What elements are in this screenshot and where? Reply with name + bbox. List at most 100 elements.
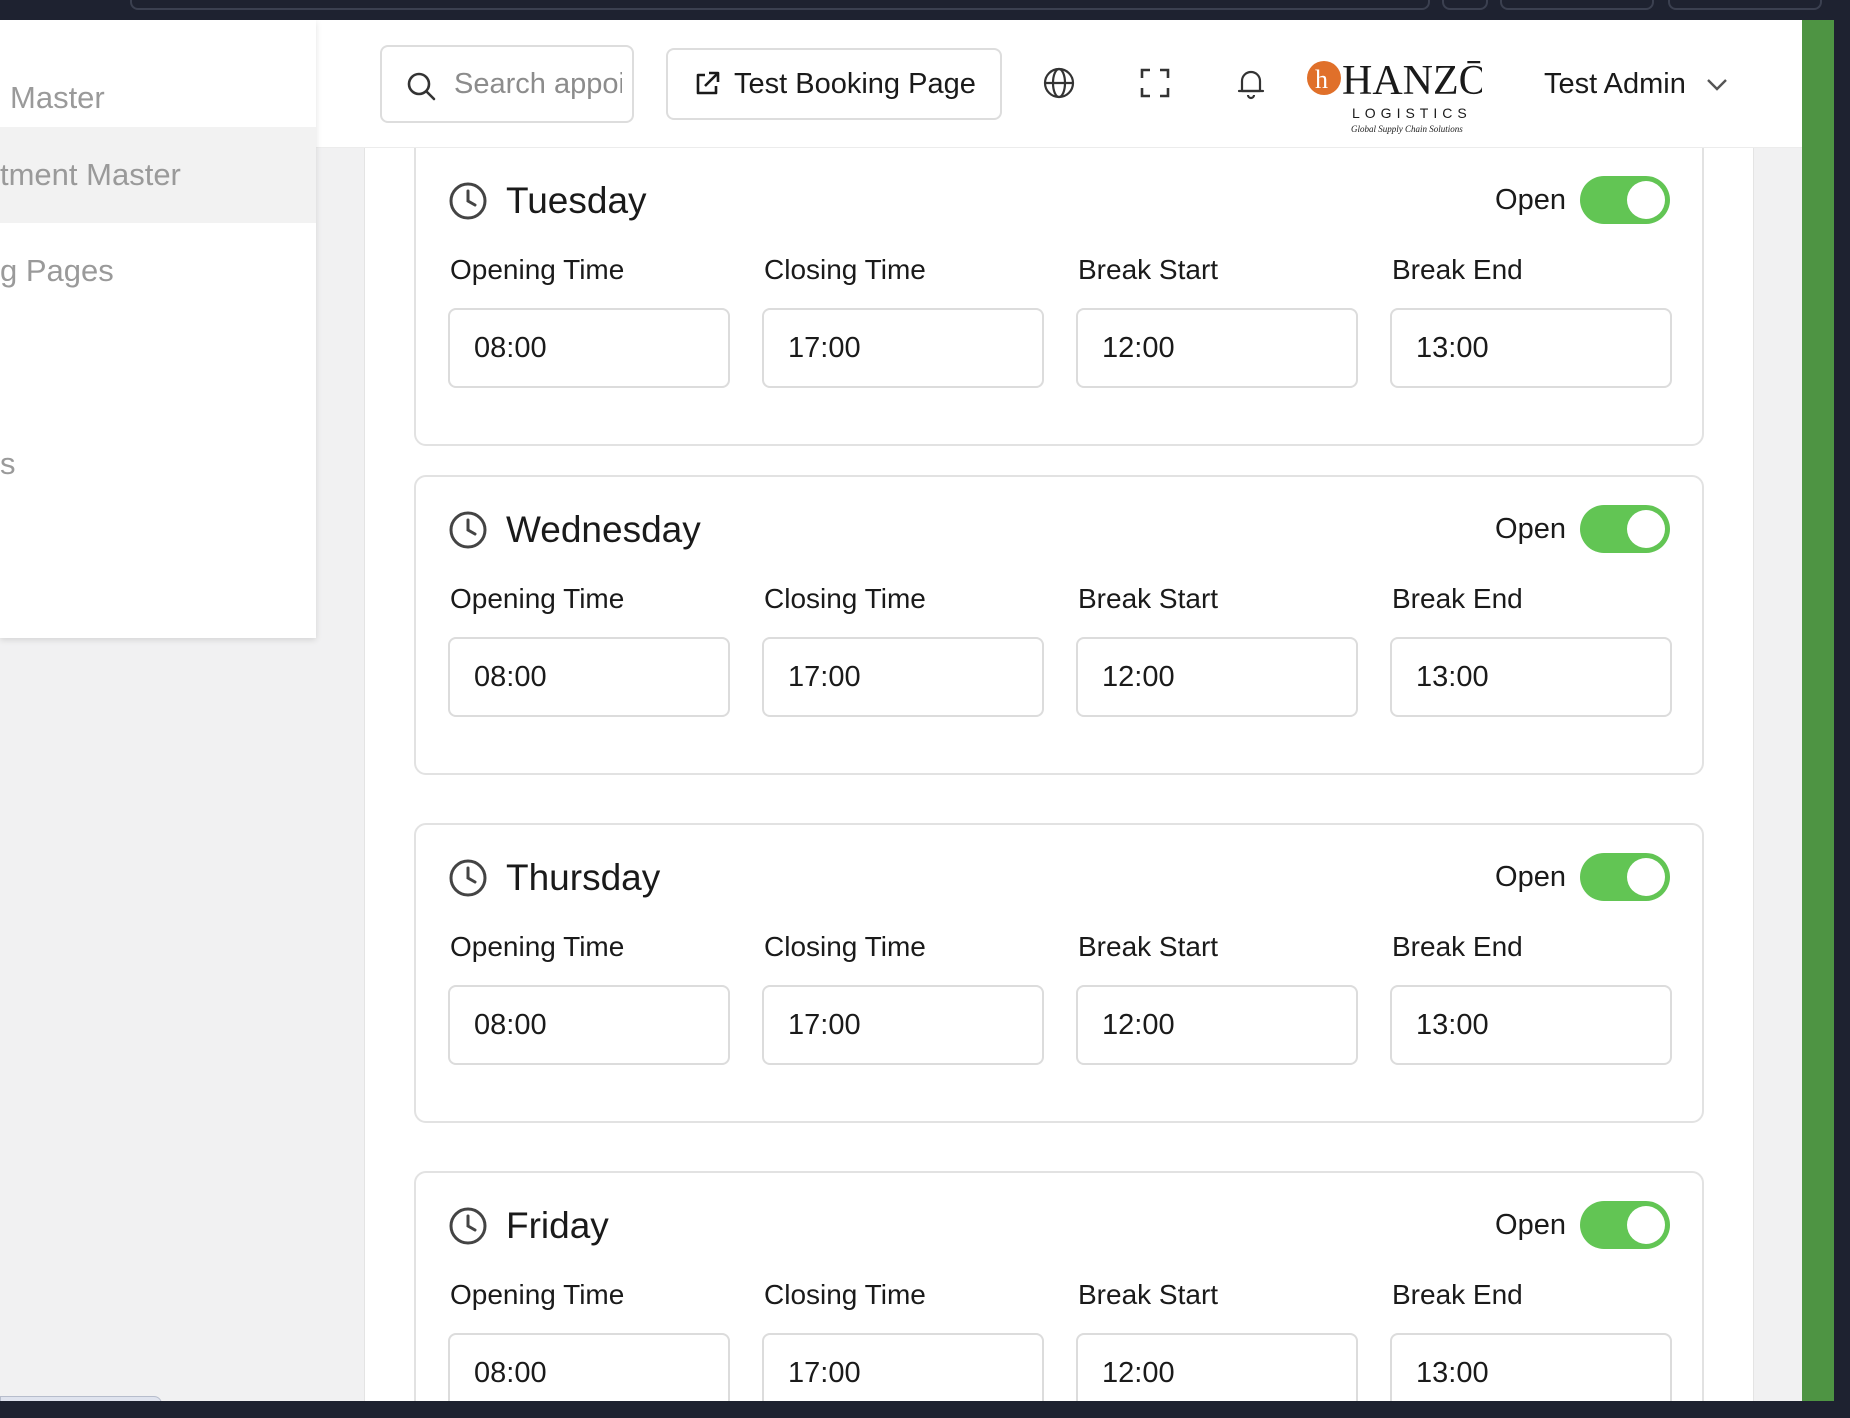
sidebar-item-booking-pages[interactable]: g Pages [0,223,316,319]
clock-icon [449,1207,487,1245]
clock-icon [449,511,487,549]
test-booking-page-button[interactable]: Test Booking Page [666,48,1002,120]
toggle-knob [1627,510,1665,548]
top-header: Test Booking Page h HANZŌ LOGISTICS Glob… [316,20,1802,148]
sidebar-item-label: g Pages [0,253,114,288]
field-label-break-start: Break Start [1078,1279,1219,1310]
user-menu[interactable]: Test Admin [1544,68,1728,101]
time-value: 13:00 [1416,661,1489,693]
field-label-opening: Opening Time [450,1279,625,1310]
browser-control[interactable] [1668,0,1822,10]
open-status-label: Open [1495,184,1566,216]
toggle-knob [1627,858,1665,896]
toggle-knob [1627,1206,1665,1244]
closing-time-input[interactable]: 17:00 [762,308,1044,388]
green-side-strip [1802,20,1834,1401]
svg-text:h: h [1315,65,1328,94]
search-icon [407,72,436,101]
time-value: 13:00 [1416,1357,1489,1389]
break-end-time-input[interactable]: 13:00 [1390,1333,1672,1401]
day-card-thursday: Thursday Open Opening Time 08:00 Closing Tim… [414,823,1704,1123]
break-end-time-input[interactable]: 13:00 [1390,637,1672,717]
break-start-time-input[interactable]: 12:00 [1076,1333,1358,1401]
opening-time-input[interactable]: 08:00 [448,308,730,388]
browser-top-bar [0,0,1850,20]
open-toggle[interactable] [1580,853,1670,901]
time-value: 08:00 [474,661,547,693]
time-value: 08:00 [474,332,547,364]
sidebar-menu: Master tment Master g Pages s [0,20,316,638]
time-value: 17:00 [788,332,861,364]
company-logo: h HANZŌ LOGISTICS Global Supply Chain So… [1307,58,1482,134]
opening-time-input[interactable]: 08:00 [448,1333,730,1401]
day-card-friday: Friday Open Opening Time 08:00 Closing Time 1… [414,1171,1704,1401]
time-value: 17:00 [788,1357,861,1389]
time-value: 12:00 [1102,1357,1175,1389]
field-label-closing: Closing Time [764,931,926,962]
svg-text:HANZŌ: HANZŌ [1342,58,1482,104]
clock-icon [449,182,487,220]
day-name: Tuesday [506,180,647,221]
external-link-icon [696,71,720,95]
time-value: 08:00 [474,1357,547,1389]
field-label-closing: Closing Time [764,254,926,285]
svg-text:LOGISTICS: LOGISTICS [1352,105,1472,121]
field-label-break-start: Break Start [1078,583,1219,614]
browser-tab-strip [130,0,1430,10]
sidebar-item-label: Master [10,80,105,115]
day-name: Friday [506,1205,609,1246]
field-label-break-start: Break Start [1078,254,1219,285]
user-name: Test Admin [1544,68,1686,100]
window-edge-bottom [0,1401,1850,1418]
field-label-closing: Closing Time [764,583,926,614]
browser-control[interactable] [1442,0,1488,10]
chevron-down-icon [1706,78,1727,91]
field-label-break-start: Break Start [1078,931,1219,962]
day-card-wednesday: Wednesday Open Opening Time 08:00 Closing Ti… [414,475,1704,775]
field-label-break-end: Break End [1392,583,1523,614]
break-start-time-input[interactable]: 12:00 [1076,637,1358,717]
field-label-opening: Opening Time [450,931,625,962]
field-label-opening: Opening Time [450,583,625,614]
time-value: 17:00 [788,661,861,693]
clock-icon [449,859,487,897]
bell-icon[interactable] [1234,66,1268,100]
globe-icon[interactable] [1042,66,1076,100]
open-toggle[interactable] [1580,176,1670,224]
fullscreen-icon[interactable] [1138,66,1172,100]
sidebar-item-appointment-master[interactable]: tment Master [0,127,316,223]
test-booking-page-label: Test Booking Page [734,67,976,100]
closing-time-input[interactable]: 17:00 [762,637,1044,717]
field-label-break-end: Break End [1392,1279,1523,1310]
break-start-time-input[interactable]: 12:00 [1076,308,1358,388]
field-label-closing: Closing Time [764,1279,926,1310]
break-start-time-input[interactable]: 12:00 [1076,985,1358,1065]
time-value: 13:00 [1416,332,1489,364]
break-end-time-input[interactable]: 13:00 [1390,985,1672,1065]
opening-time-input[interactable]: 08:00 [448,637,730,717]
sidebar-item-label: tment Master [0,157,181,192]
day-name: Thursday [506,857,661,898]
time-value: 13:00 [1416,1009,1489,1041]
open-status-label: Open [1495,513,1566,545]
time-value: 17:00 [788,1009,861,1041]
sidebar-item-label: s [0,446,16,481]
field-label-opening: Opening Time [450,254,625,285]
closing-time-input[interactable]: 17:00 [762,1333,1044,1401]
window-edge [1834,20,1850,1418]
toggle-knob [1627,181,1665,219]
browser-control[interactable] [1500,0,1654,10]
open-toggle[interactable] [1580,1201,1670,1249]
open-status-label: Open [1495,861,1566,893]
time-value: 12:00 [1102,1009,1175,1041]
sidebar-item-settings[interactable]: s [0,416,316,512]
open-status-label: Open [1495,1209,1566,1241]
field-label-break-end: Break End [1392,254,1523,285]
break-end-time-input[interactable]: 13:00 [1390,308,1672,388]
open-toggle[interactable] [1580,505,1670,553]
day-name: Wednesday [506,509,701,550]
opening-time-input[interactable]: 08:00 [448,985,730,1065]
closing-time-input[interactable]: 17:00 [762,985,1044,1065]
search-input[interactable] [454,65,622,103]
search-box[interactable] [380,45,634,123]
